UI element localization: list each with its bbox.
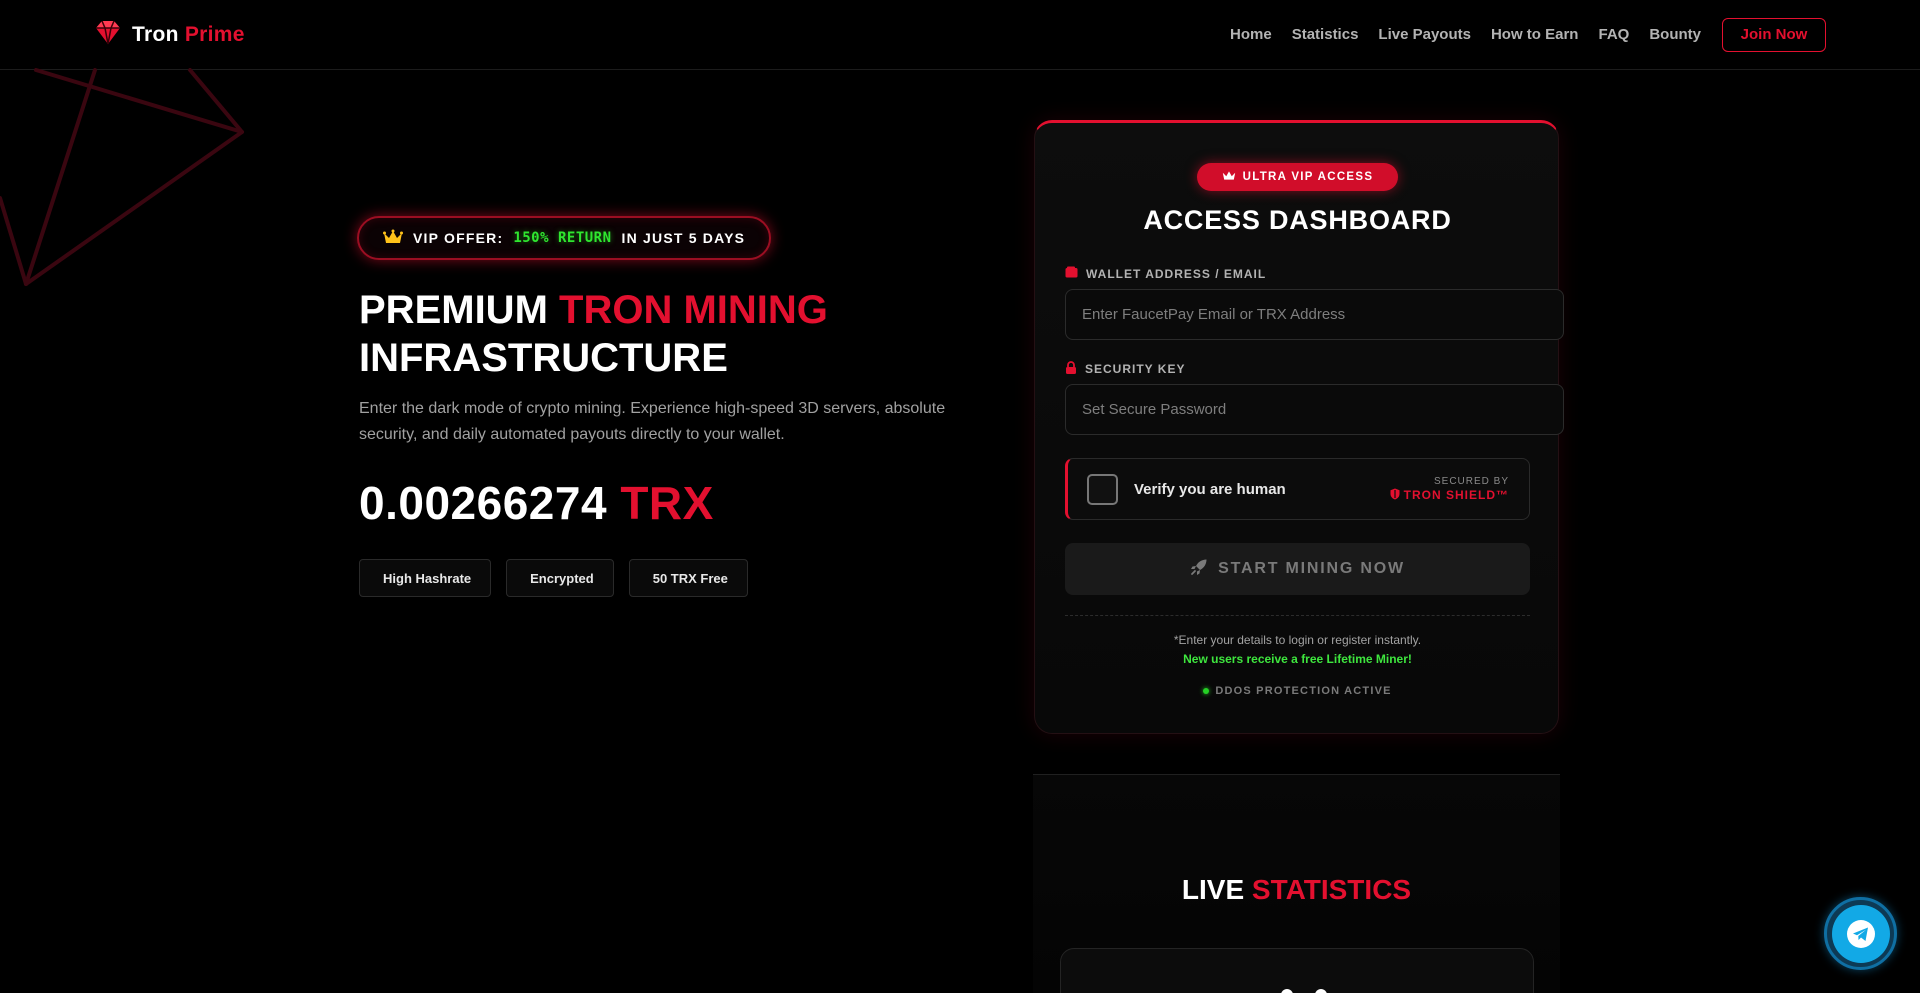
crown-icon — [1222, 170, 1236, 184]
balance-value: 0.00266274 — [359, 477, 608, 529]
shield-icon — [1390, 488, 1400, 503]
ultra-vip-badge: ULTRA VIP ACCESS — [1197, 163, 1398, 191]
stats-card — [1060, 948, 1534, 993]
stats-title-accent: STATISTICS — [1251, 874, 1412, 905]
wallet-field-label: WALLET ADDRESS / EMAIL — [1065, 266, 1266, 281]
nav-live-payouts[interactable]: Live Payouts — [1378, 26, 1471, 43]
nav-home[interactable]: Home — [1230, 26, 1272, 43]
brand-name-second: Prime — [184, 22, 245, 46]
hero-description: Enter the dark mode of crypto mining. Ex… — [359, 400, 946, 443]
vip-offer-highlight: 150% RETURN — [513, 230, 612, 246]
brand-name: Tron Prime — [132, 23, 245, 47]
stats-title-part1: LIVE — [1181, 874, 1245, 905]
hero-title-part1: PREMIUM — [359, 288, 548, 332]
loading-dot — [1315, 989, 1327, 993]
status-dot-icon — [1203, 688, 1210, 694]
security-key-input[interactable] — [1065, 384, 1564, 435]
feature-chip-label: 50 TRX Free — [652, 570, 728, 586]
captcha-brand: TRON SHIELD™ — [1390, 488, 1509, 503]
nav-how-to-earn[interactable]: How to Earn — [1491, 26, 1579, 43]
lock-icon — [1065, 361, 1077, 377]
diamond-icon — [94, 18, 122, 51]
ultra-vip-badge-label: ULTRA VIP ACCESS — [1242, 171, 1374, 183]
start-mining-label: START MINING NOW — [1218, 560, 1405, 577]
loading-dot — [1281, 989, 1293, 993]
new-user-bonus-note: New users receive a free Lifetime Miner! — [1183, 652, 1412, 666]
nav-links: Home Statistics Live Payouts How to Earn… — [1230, 17, 1826, 52]
hero-title-accent: TRON MINING — [559, 288, 828, 332]
wallet-icon — [1065, 266, 1078, 281]
wallet-address-input[interactable] — [1065, 289, 1564, 340]
rocket-icon — [1190, 558, 1208, 581]
brand-name-first: Tron — [132, 22, 179, 46]
join-now-button[interactable]: Join Now — [1722, 17, 1826, 52]
card-divider — [1065, 615, 1530, 616]
crown-icon — [383, 229, 403, 248]
captcha-text: Verify you are human — [1134, 480, 1286, 498]
nav-statistics[interactable]: Statistics — [1292, 26, 1359, 43]
brand-logo[interactable]: Tron Prime — [94, 18, 245, 51]
login-note: *Enter your details to login or register… — [1173, 633, 1422, 647]
security-field-label-text: SECURITY KEY — [1085, 362, 1186, 376]
feature-chips: High Hashrate Encrypted 50 TRX Free — [359, 559, 748, 597]
feature-chip-label: High Hashrate — [383, 570, 472, 586]
wallet-field-label-text: WALLET ADDRESS / EMAIL — [1086, 266, 1267, 281]
captcha-checkbox[interactable] — [1087, 473, 1118, 505]
live-statistics-section: LIVE STATISTICS — [1033, 774, 1560, 993]
vip-offer-label: VIP OFFER: — [413, 230, 504, 246]
vip-offer-suffix: IN JUST 5 DAYS — [621, 230, 746, 246]
ddos-status-text: DDOS PROTECTION ACTIVE — [1215, 685, 1392, 697]
feature-chip-label: Encrypted — [530, 570, 594, 586]
captcha-widget: Verify you are human SECURED BY TRON SHI… — [1065, 458, 1530, 520]
captcha-brand-name: TRON SHIELD™ — [1403, 488, 1509, 502]
start-mining-button[interactable]: START MINING NOW — [1065, 543, 1530, 595]
telegram-icon — [1831, 904, 1890, 963]
mining-balance: 0.00266274 TRX — [359, 476, 714, 530]
page: Tron Prime Home Statistics Live Payouts … — [0, 0, 1920, 993]
captcha-secured-by: SECURED BY — [1433, 475, 1509, 487]
balance-unit: TRX — [620, 477, 714, 529]
navbar: Tron Prime Home Statistics Live Payouts … — [0, 0, 1920, 70]
feature-chip-encrypted: Encrypted — [506, 559, 614, 597]
wireframe-decoration — [0, 68, 244, 286]
feature-chip-hashrate: High Hashrate — [359, 559, 492, 597]
access-dashboard-card: ULTRA VIP ACCESS ACCESS DASHBOARD WALLET… — [1034, 120, 1564, 734]
nav-bounty[interactable]: Bounty — [1649, 26, 1701, 43]
loading-dots — [1281, 989, 1327, 993]
ddos-status: DDOS PROTECTION ACTIVE — [1035, 685, 1560, 697]
captcha-branding: SECURED BY TRON SHIELD™ — [1390, 476, 1509, 503]
hero-title: PREMIUM TRON MINING INFRASTRUCTURE — [359, 286, 828, 382]
hero-title-part2: INFRASTRUCTURE — [359, 336, 728, 380]
stats-title: LIVE STATISTICS — [1033, 874, 1560, 906]
vip-offer-banner: VIP OFFER: 150% RETURN IN JUST 5 DAYS — [357, 216, 771, 260]
telegram-button[interactable] — [1824, 897, 1897, 970]
card-title: ACCESS DASHBOARD — [1143, 205, 1452, 235]
feature-chip-free-trx: 50 TRX Free — [628, 559, 748, 597]
security-field-label: SECURITY KEY — [1065, 361, 1185, 377]
nav-faq[interactable]: FAQ — [1598, 26, 1629, 43]
